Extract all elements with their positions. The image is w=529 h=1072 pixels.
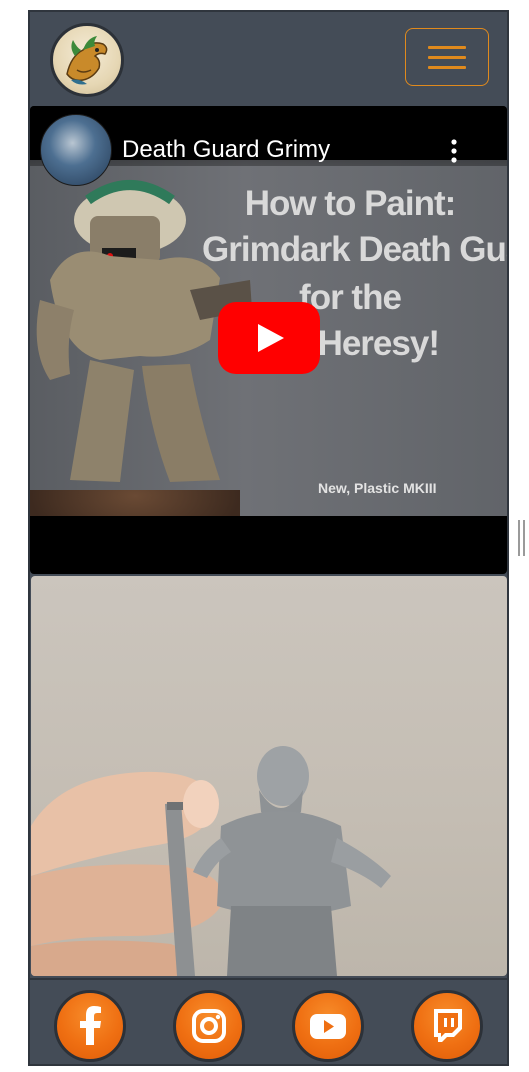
- scroll-handle[interactable]: [518, 520, 525, 556]
- youtube-icon[interactable]: [292, 990, 364, 1062]
- youtube-video-embed[interactable]: How to Paint: Grimdark Death Gua for the…: [30, 106, 507, 574]
- thumbnail-text-line: How to Paint:: [244, 184, 457, 223]
- instagram-icon[interactable]: [173, 990, 245, 1062]
- miniature-photo: [31, 746, 391, 976]
- menu-bar: [428, 56, 466, 59]
- dragon-logo-icon[interactable]: [50, 23, 124, 97]
- menu-bar: [428, 66, 466, 69]
- navbar: [30, 12, 507, 104]
- twitch-icon[interactable]: [411, 990, 483, 1062]
- thumbnail-text-line: Grimdark Death Gua: [202, 230, 507, 269]
- footer-social-bar: [30, 978, 507, 1064]
- menu-bar: [428, 46, 466, 49]
- youtube-play-icon[interactable]: [218, 302, 320, 374]
- diorama-base: [30, 490, 240, 516]
- channel-avatar-icon[interactable]: [40, 114, 112, 186]
- thumbnail-subtext: New, Plastic MKIII: [318, 480, 437, 496]
- photo-miniature-icon[interactable]: [31, 576, 507, 976]
- facebook-icon[interactable]: [54, 990, 126, 1062]
- page-frame: How to Paint: Grimdark Death Gua for the…: [28, 10, 509, 1066]
- video-title[interactable]: Death Guard Grimy: [122, 136, 330, 164]
- more-vertical-icon[interactable]: [446, 138, 462, 164]
- hamburger-menu-button[interactable]: [405, 28, 489, 86]
